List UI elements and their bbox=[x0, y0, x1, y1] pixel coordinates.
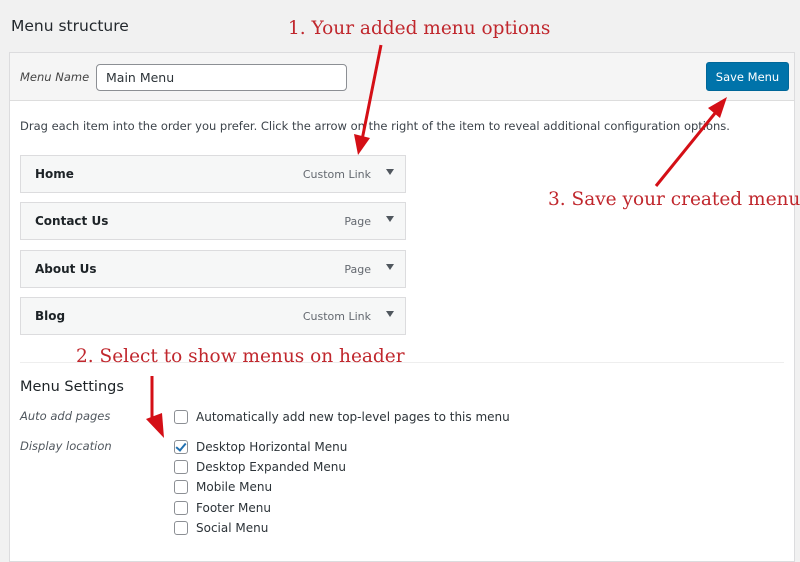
location-label: Desktop Expanded Menu bbox=[196, 460, 346, 474]
location-checkbox[interactable] bbox=[174, 501, 188, 515]
menu-item[interactable]: Contact Us Page bbox=[20, 202, 406, 240]
location-label: Mobile Menu bbox=[196, 480, 273, 494]
save-menu-button[interactable]: Save Menu bbox=[706, 62, 789, 91]
location-option-desktop-expanded[interactable]: Desktop Expanded Menu bbox=[174, 458, 346, 476]
auto-add-label: Auto add pages bbox=[20, 409, 111, 423]
annotation-step-1: 1. Your added menu options bbox=[288, 18, 551, 39]
menu-item-type: Custom Link bbox=[302, 310, 371, 323]
display-location-label: Display location bbox=[20, 439, 112, 453]
location-option-social[interactable]: Social Menu bbox=[174, 519, 268, 537]
menu-item-type: Custom Link bbox=[302, 168, 371, 181]
location-checkbox[interactable] bbox=[174, 521, 188, 535]
expand-arrow-icon[interactable] bbox=[386, 169, 394, 175]
menu-item-type: Page bbox=[344, 263, 371, 276]
checkmark-icon bbox=[175, 440, 187, 452]
location-label: Footer Menu bbox=[196, 501, 271, 515]
annotation-step-3: 3. Save your created menu bbox=[548, 189, 800, 210]
annotation-step-2: 2. Select to show menus on header bbox=[76, 346, 405, 367]
location-checkbox[interactable] bbox=[174, 480, 188, 494]
menu-item-type: Page bbox=[344, 215, 371, 228]
location-option-mobile[interactable]: Mobile Menu bbox=[174, 478, 272, 496]
menu-item-title: About Us bbox=[35, 262, 97, 276]
auto-add-option[interactable]: Automatically add new top-level pages to… bbox=[174, 408, 510, 426]
menu-panel: Menu Name Save Menu Drag each item into … bbox=[9, 52, 795, 562]
menu-item[interactable]: Home Custom Link bbox=[20, 155, 406, 193]
menu-item-title: Blog bbox=[35, 309, 66, 323]
location-label: Social Menu bbox=[196, 521, 269, 535]
auto-add-option-label: Automatically add new top-level pages to… bbox=[196, 410, 510, 424]
menu-name-label: Menu Name bbox=[20, 70, 90, 84]
location-label: Desktop Horizontal Menu bbox=[196, 440, 348, 454]
menu-header: Menu Name Save Menu bbox=[10, 53, 794, 101]
menu-item-title: Home bbox=[35, 167, 74, 181]
menu-item[interactable]: Blog Custom Link bbox=[20, 297, 406, 335]
instructions-text: Drag each item into the order you prefer… bbox=[20, 119, 730, 133]
location-checkbox[interactable] bbox=[174, 460, 188, 474]
expand-arrow-icon[interactable] bbox=[386, 264, 394, 270]
menu-item[interactable]: About Us Page bbox=[20, 250, 406, 288]
auto-add-checkbox[interactable] bbox=[174, 410, 188, 424]
expand-arrow-icon[interactable] bbox=[386, 216, 394, 222]
expand-arrow-icon[interactable] bbox=[386, 311, 394, 317]
page-title: Menu structure bbox=[11, 17, 129, 35]
location-option-footer[interactable]: Footer Menu bbox=[174, 499, 271, 517]
menu-item-title: Contact Us bbox=[35, 214, 109, 228]
menu-settings-title: Menu Settings bbox=[20, 379, 124, 395]
menu-name-input[interactable] bbox=[96, 64, 347, 91]
location-option-desktop-horizontal[interactable]: Desktop Horizontal Menu bbox=[174, 438, 347, 456]
location-checkbox[interactable] bbox=[174, 440, 188, 454]
